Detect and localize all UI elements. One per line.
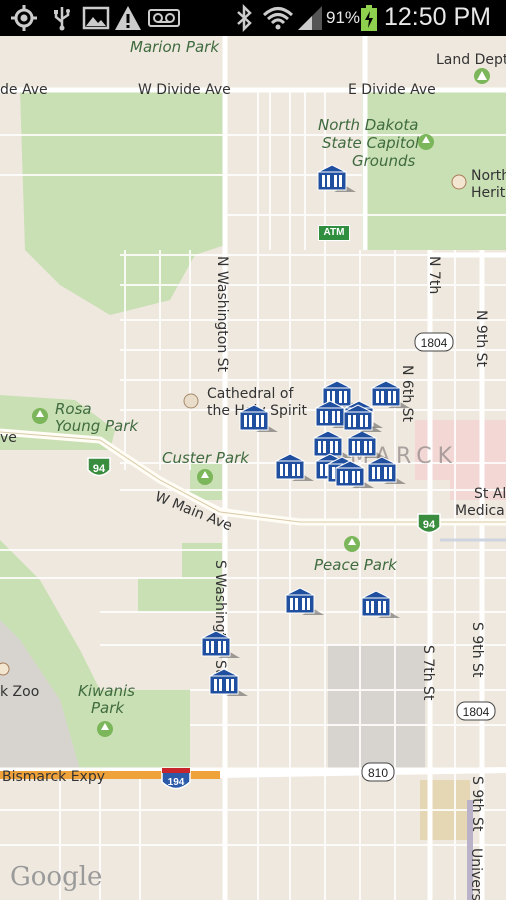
bank-icon <box>239 404 278 432</box>
place-label-st-alexius-l2: Medica <box>455 503 505 519</box>
street-label-n-7th: N 7th <box>426 256 442 294</box>
svg-text:94: 94 <box>423 519 436 531</box>
voicemail-icon <box>148 9 180 27</box>
street-label-s-7th: S 7th St <box>420 645 436 701</box>
place-label-zoo: k Zoo <box>0 684 39 700</box>
museum-icon <box>451 174 467 190</box>
park-label-rosa-young: Rosa Young Park <box>55 400 139 435</box>
map-view[interactable]: Marion Park North Dakota State Capitol Gro… <box>0 36 506 900</box>
place-label-st-alexius-l1: St Ale <box>474 486 506 502</box>
street-label-n-washington: N Washington St <box>214 256 230 373</box>
atm-badge: ATM <box>318 225 350 241</box>
place-label-north-l2: Herita <box>471 185 506 201</box>
park-label-capitol: North Dakota State Capitol Grounds <box>318 116 420 170</box>
bank-marker[interactable] <box>274 453 314 483</box>
bank-icon <box>361 590 400 618</box>
usb-icon <box>54 7 70 31</box>
clock: 12:50 PM <box>384 3 492 31</box>
park-label-custer: Custer Park <box>162 449 250 467</box>
zoo-icon <box>0 662 10 676</box>
street-label-ave-left: ve <box>0 430 17 446</box>
bank-icon <box>335 460 374 488</box>
bank-icon <box>275 453 314 481</box>
street-label-e-divide: E Divide Ave <box>348 82 436 98</box>
bank-icon <box>285 587 324 615</box>
google-logo: Google <box>10 862 103 892</box>
signal-icon <box>298 6 322 30</box>
church-icon <box>183 393 199 409</box>
svg-text:1804: 1804 <box>463 705 490 719</box>
map-canvas: Marion Park North Dakota State Capitol Gro… <box>0 36 506 900</box>
svg-text:94: 94 <box>93 463 106 475</box>
park-area-northwest <box>20 90 225 315</box>
shield-i194: 194 <box>161 767 191 790</box>
bank-marker[interactable] <box>334 460 374 490</box>
street-label-s-9th: S 9th St <box>469 622 485 678</box>
shield-i94-right: 94 <box>417 513 441 534</box>
bank-icon <box>343 404 382 432</box>
street-label-w-divide: W Divide Ave <box>138 82 231 98</box>
place-label-land-dept: Land Dept <box>436 52 506 68</box>
warning-icon <box>115 6 141 30</box>
battery-percent: 91% <box>326 8 361 27</box>
gps-icon <box>11 5 37 31</box>
shield-1804-top: 1804 <box>414 332 454 352</box>
svg-text:810: 810 <box>368 766 388 780</box>
park-area-south <box>138 578 222 612</box>
svg-text:1804: 1804 <box>421 336 448 350</box>
gray-block <box>328 645 425 768</box>
street-label-n-9th: N 9th St <box>473 310 489 368</box>
shield-i94-left: 94 <box>87 457 111 477</box>
status-bar: 91% 12:50 PM <box>0 0 506 36</box>
shield-1804-bottom: 1804 <box>456 701 496 721</box>
gallery-icon <box>82 6 110 30</box>
bank-marker[interactable] <box>284 587 324 617</box>
place-label-cathedral-l1: Cathedral of <box>207 386 294 402</box>
bank-icon <box>201 630 240 658</box>
street-label-s-9th-lower: S 9th St <box>469 776 485 832</box>
shield-810: 810 <box>361 762 395 782</box>
svg-text:194: 194 <box>168 777 185 788</box>
bank-icon <box>209 668 248 696</box>
bank-marker[interactable] <box>342 404 382 434</box>
street-label-divide-left: de Ave <box>0 82 48 98</box>
park-label-marion: Marion Park <box>130 38 220 56</box>
battery-icon <box>361 5 377 31</box>
park-label-peace: Peace Park <box>314 556 398 574</box>
bank-marker[interactable] <box>238 404 278 434</box>
bank-marker[interactable] <box>208 668 248 698</box>
bank-marker[interactable] <box>360 590 400 620</box>
bank-icon <box>317 164 356 192</box>
wifi-icon <box>262 7 294 30</box>
bluetooth-icon <box>237 4 252 32</box>
place-label-north-l1: North <box>471 168 506 184</box>
bank-marker[interactable] <box>316 164 356 194</box>
bank-marker[interactable] <box>200 630 240 660</box>
street-label-university: Universi <box>468 848 484 900</box>
street-label-bismarck-expy: Bismarck Expy <box>2 769 105 785</box>
